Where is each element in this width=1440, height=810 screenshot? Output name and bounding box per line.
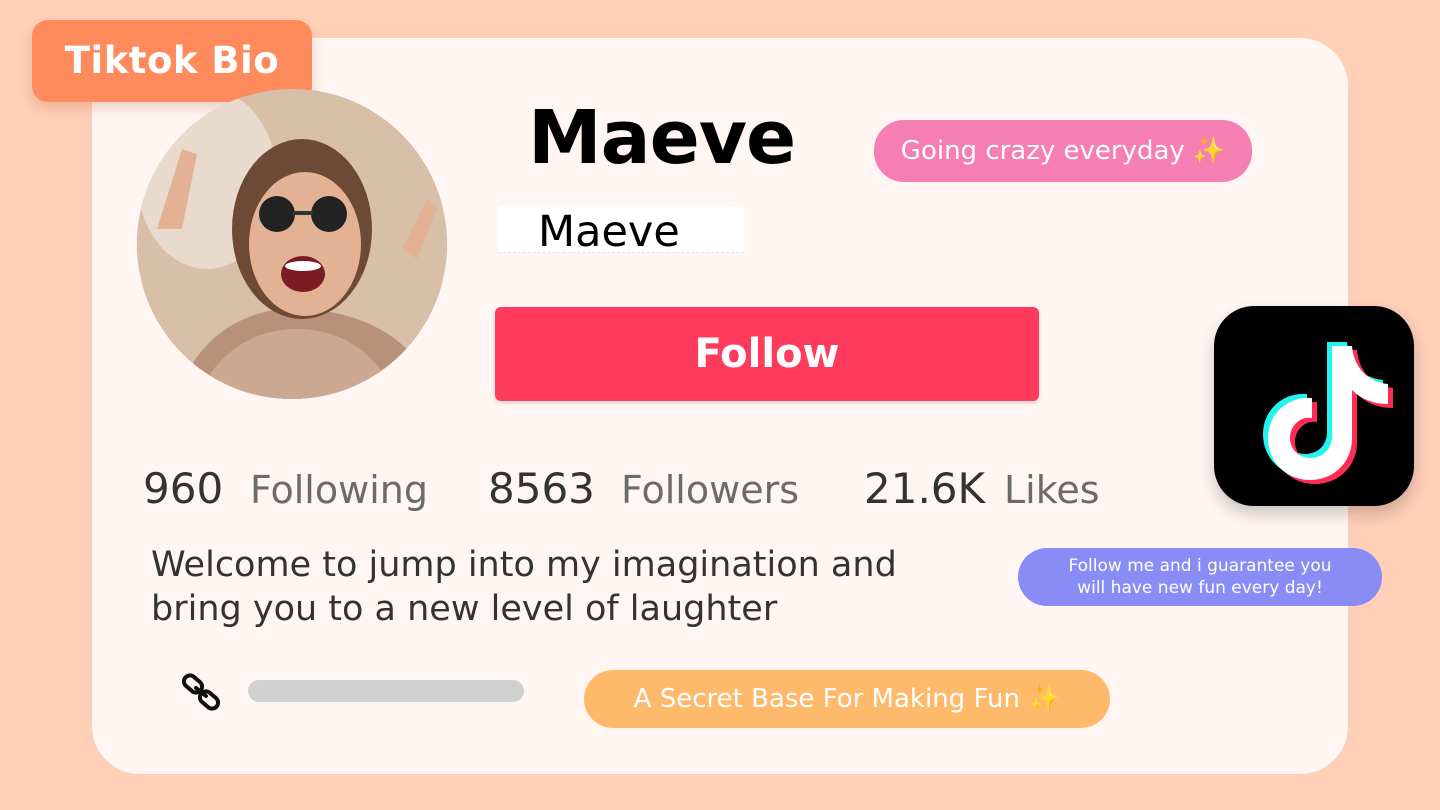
promo-line-1: Follow me and i guarantee you — [1068, 556, 1332, 576]
stat-followers-label[interactable]: Followers — [621, 468, 799, 512]
stat-following-label[interactable]: Following — [250, 468, 428, 512]
stat-likes-label: Likes — [1004, 468, 1100, 512]
promo-bubble: Follow me and i guarantee you will have … — [1018, 548, 1382, 606]
sparkle-icon: ✨ — [1192, 136, 1226, 166]
tiktok-note-icon — [1263, 342, 1393, 484]
stat-followers-value[interactable]: 8563 — [488, 464, 595, 513]
display-name: Maeve — [528, 95, 796, 181]
avatar-photo — [137, 89, 447, 399]
bio-link[interactable] — [248, 680, 524, 702]
avatar[interactable] — [137, 89, 447, 399]
stat-following-value[interactable]: 960 — [143, 464, 223, 513]
status-text: Going crazy everyday — [900, 136, 1185, 166]
tiktok-logo-icon — [1214, 306, 1414, 506]
sparkle-icon: ✨ — [1027, 684, 1061, 714]
username: Maeve — [498, 206, 744, 257]
status-badge: Going crazy everyday ✨ — [874, 120, 1252, 182]
tagline-badge: A Secret Base For Making Fun ✨ — [584, 670, 1110, 728]
bio-text: Welcome to jump into my imagination and … — [151, 545, 897, 629]
tagline-text: A Secret Base For Making Fun — [633, 684, 1020, 714]
follow-button[interactable]: Follow — [495, 307, 1039, 401]
promo-line-2: will have new fun every day! — [1077, 578, 1323, 598]
stat-likes-value: 21.6K — [864, 464, 986, 513]
link-icon[interactable] — [180, 672, 222, 712]
